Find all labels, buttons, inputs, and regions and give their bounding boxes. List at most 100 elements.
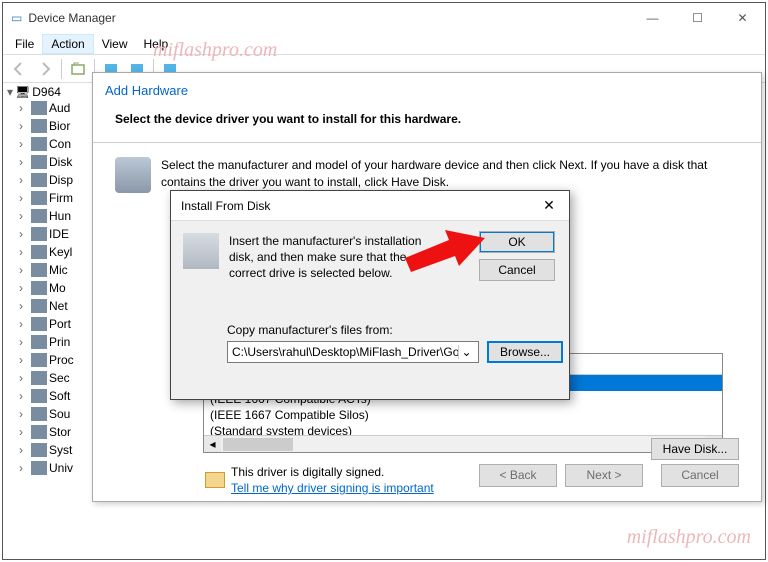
- tree-item-label: Net: [49, 299, 68, 313]
- wizard-nav: < Back Next > Cancel: [479, 464, 739, 487]
- device-icon: [31, 281, 47, 295]
- device-icon: [31, 245, 47, 259]
- tree-item[interactable]: ›Stor: [7, 423, 97, 441]
- tree-item[interactable]: ›IDE: [7, 225, 97, 243]
- tree-item-label: Proc: [49, 353, 74, 367]
- device-icon: [31, 371, 47, 385]
- tree-item[interactable]: ›Disk: [7, 153, 97, 171]
- device-icon: [31, 191, 47, 205]
- tree-item-label: IDE: [49, 227, 69, 241]
- device-icon: [31, 335, 47, 349]
- close-icon[interactable]: ✕: [529, 197, 569, 214]
- device-icon: [31, 407, 47, 421]
- device-icon: [31, 227, 47, 241]
- hardware-icon: [115, 157, 151, 193]
- tree-item-label: Disk: [49, 155, 72, 169]
- arrow-annotation: [405, 228, 485, 275]
- path-value: C:\Users\rahul\Desktop\MiFlash_Driver\Go…: [232, 345, 458, 359]
- device-icon: [31, 353, 47, 367]
- menu-file[interactable]: File: [7, 35, 42, 53]
- back-button[interactable]: < Back: [479, 464, 557, 487]
- device-icon: [31, 101, 47, 115]
- device-icon: [31, 443, 47, 457]
- tree-item[interactable]: ›Net: [7, 297, 97, 315]
- ifd-titlebar: Install From Disk ✕: [171, 191, 569, 221]
- tree-item[interactable]: ›Proc: [7, 351, 97, 369]
- tree-item[interactable]: ›Syst: [7, 441, 97, 459]
- tree-item[interactable]: ›Mo: [7, 279, 97, 297]
- ok-button[interactable]: OK: [479, 231, 555, 253]
- device-icon: [31, 317, 47, 331]
- dialog-title: Add Hardware: [93, 73, 761, 102]
- ifd-title: Install From Disk: [181, 199, 529, 213]
- tree-item[interactable]: ›Aud: [7, 99, 97, 117]
- maximize-button[interactable]: ☐: [675, 3, 720, 33]
- monitor-icon: ▭: [11, 11, 22, 25]
- scroll-left-icon[interactable]: ◂: [204, 436, 221, 452]
- tree-item[interactable]: ›Firm: [7, 189, 97, 207]
- next-button[interactable]: Next >: [565, 464, 643, 487]
- device-icon: [31, 461, 47, 475]
- titlebar: ▭ Device Manager — ☐ ✕: [3, 3, 765, 33]
- tree-item-label: Syst: [49, 443, 72, 457]
- certificate-icon: [205, 472, 225, 488]
- back-icon[interactable]: [7, 57, 31, 81]
- device-icon: [31, 155, 47, 169]
- close-button[interactable]: ✕: [720, 3, 765, 33]
- menu-view[interactable]: View: [94, 35, 136, 53]
- device-icon: [31, 119, 47, 133]
- scrollbar[interactable]: ◂ ▸: [204, 435, 722, 452]
- tree-item-label: Aud: [49, 101, 70, 115]
- tree-item-label: Univ: [49, 461, 73, 475]
- tree-item-label: Prin: [49, 335, 70, 349]
- tree-item[interactable]: ›Sec: [7, 369, 97, 387]
- tree-item[interactable]: ›Sou: [7, 405, 97, 423]
- tree-item[interactable]: ›Mic: [7, 261, 97, 279]
- scroll-thumb[interactable]: [223, 438, 293, 451]
- tree-item-label: Stor: [49, 425, 71, 439]
- tree-item-label: Soft: [49, 389, 70, 403]
- device-icon: [31, 173, 47, 187]
- menu-bar: File Action View Help: [3, 33, 765, 55]
- watermark: miflashpro.com: [153, 39, 277, 62]
- chevron-down-icon[interactable]: ⌄: [458, 345, 474, 359]
- computer-icon: 🖥: [15, 85, 30, 99]
- tree-item[interactable]: ›Hun: [7, 207, 97, 225]
- list-item[interactable]: (IEEE 1667 Compatible Silos): [204, 407, 722, 423]
- disk-icon: [183, 233, 219, 269]
- tree-root[interactable]: ▾ 🖥 D964: [7, 85, 97, 99]
- tree-item-label: Bior: [49, 119, 70, 133]
- forward-icon[interactable]: [33, 57, 57, 81]
- tree-item[interactable]: ›Port: [7, 315, 97, 333]
- tree-item[interactable]: ›Bior: [7, 117, 97, 135]
- tree-item[interactable]: ›Soft: [7, 387, 97, 405]
- device-tree[interactable]: ▾ 🖥 D964 ›Aud›Bior›Con›Disk›Disp›Firm›Hu…: [7, 85, 97, 555]
- device-icon: [31, 389, 47, 403]
- tree-item-label: Disp: [49, 173, 73, 187]
- menu-action[interactable]: Action: [42, 34, 93, 54]
- have-disk-button[interactable]: Have Disk...: [651, 438, 739, 460]
- device-icon: [31, 263, 47, 277]
- device-icon: [31, 209, 47, 223]
- sign-link[interactable]: Tell me why driver signing is important: [231, 481, 434, 495]
- cancel-button[interactable]: Cancel: [661, 464, 739, 487]
- root-label: D964: [32, 85, 61, 99]
- tree-item[interactable]: ›Disp: [7, 171, 97, 189]
- tree-item[interactable]: ›Univ: [7, 459, 97, 477]
- tree-item-label: Sou: [49, 407, 70, 421]
- device-icon: [31, 137, 47, 151]
- path-input[interactable]: C:\Users\rahul\Desktop\MiFlash_Driver\Go…: [227, 341, 479, 363]
- tree-item[interactable]: ›Con: [7, 135, 97, 153]
- browse-button[interactable]: Browse...: [487, 341, 563, 363]
- tree-item[interactable]: ›Keyl: [7, 243, 97, 261]
- tree-item-label: Port: [49, 317, 71, 331]
- cancel-button[interactable]: Cancel: [479, 259, 555, 281]
- minimize-button[interactable]: —: [630, 3, 675, 33]
- tree-item-label: Mic: [49, 263, 68, 277]
- tree-item[interactable]: ›Prin: [7, 333, 97, 351]
- driver-signing: This driver is digitally signed. Tell me…: [205, 465, 434, 495]
- dialog-heading: Select the device driver you want to ins…: [93, 102, 761, 136]
- tree-item-label: Mo: [49, 281, 66, 295]
- up-icon[interactable]: [66, 57, 90, 81]
- device-icon: [31, 425, 47, 439]
